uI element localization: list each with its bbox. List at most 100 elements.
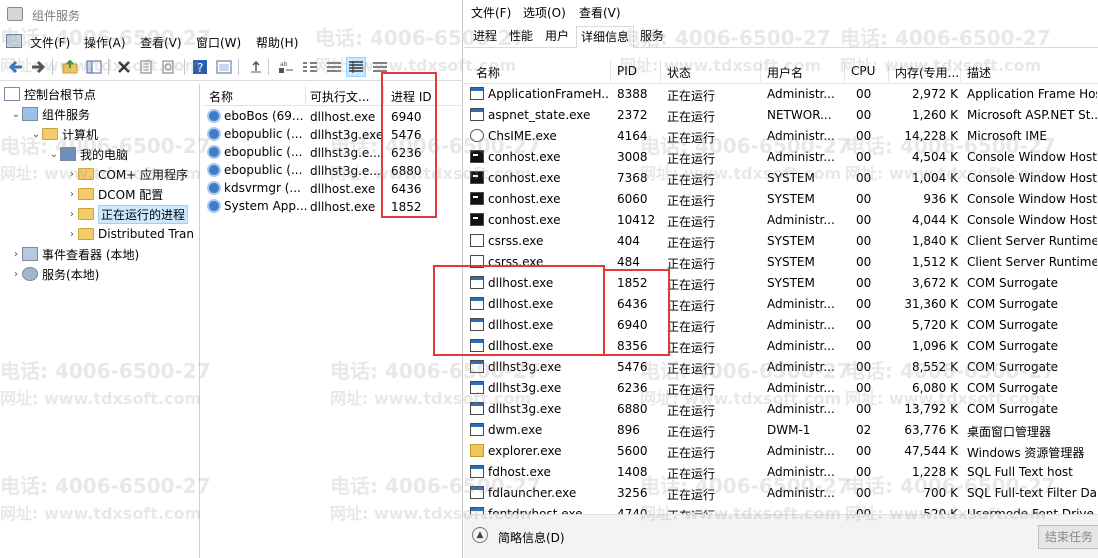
delete-icon[interactable] bbox=[114, 57, 134, 77]
process-cpu: 00 bbox=[856, 192, 872, 206]
process-cpu: 00 bbox=[856, 87, 872, 101]
process-pid: 5476 bbox=[617, 360, 648, 374]
column-name[interactable]: 名称 bbox=[209, 88, 233, 105]
menu-window[interactable]: 窗口(W) bbox=[196, 34, 241, 51]
chevron-down-icon[interactable]: ⌄ bbox=[10, 109, 22, 120]
properties-icon[interactable] bbox=[136, 57, 156, 77]
table-row[interactable]: ApplicationFrameH... 8388 正在运行 Administr...… bbox=[464, 84, 1098, 105]
process-description: 桌面窗口管理器 bbox=[967, 425, 1052, 439]
table-row[interactable]: dllhst3g.exe 6880 正在运行 Administr... 00 13,792… bbox=[464, 399, 1098, 420]
chevron-right-icon[interactable]: › bbox=[66, 189, 78, 200]
tree-item-com-plus-apps[interactable]: › COM+ 应用程序 bbox=[66, 164, 188, 184]
process-memory: 14,228 K bbox=[904, 129, 958, 143]
process-user: Administr... bbox=[767, 339, 835, 353]
fewer-details-button[interactable]: 简略信息(D) bbox=[498, 529, 565, 546]
process-status: 正在运行 bbox=[667, 215, 716, 229]
menu-file[interactable]: 文件(F) bbox=[471, 4, 511, 21]
chevron-down-icon[interactable]: ⌄ bbox=[30, 129, 42, 140]
console-view-icon[interactable] bbox=[214, 57, 234, 77]
process-user: Administr... bbox=[767, 129, 835, 143]
refresh-icon[interactable] bbox=[158, 57, 178, 77]
table-row[interactable]: conhost.exe 7368 正在运行 SYSTEM 00 1,004 K Consol… bbox=[464, 168, 1098, 189]
chevron-right-icon[interactable]: › bbox=[10, 249, 22, 260]
process-pid: 1408 bbox=[617, 465, 648, 479]
tree-item-distributed-transaction[interactable]: › Distributed Tran bbox=[66, 224, 194, 244]
chevron-down-icon[interactable]: ⌄ bbox=[48, 149, 60, 160]
process-memory: 520 K bbox=[923, 507, 958, 514]
tree-item-computers[interactable]: ⌄ 计算机 bbox=[30, 124, 98, 144]
table-row[interactable]: fdlauncher.exe 3256 正在运行 Administr... 00 700 … bbox=[464, 483, 1098, 504]
svg-text:ab: ab bbox=[280, 61, 288, 68]
column-name[interactable]: 名称 bbox=[476, 64, 500, 81]
column-executable[interactable]: 可执行文... bbox=[310, 88, 369, 105]
column-cpu[interactable]: CPU bbox=[851, 64, 875, 78]
chevron-right-icon[interactable]: › bbox=[66, 169, 78, 180]
up-folder-icon[interactable] bbox=[60, 57, 80, 77]
chevron-right-icon[interactable]: › bbox=[66, 209, 78, 220]
column-username[interactable]: 用户名 bbox=[767, 64, 803, 81]
tree-item-console-root[interactable]: 控制台根节点 bbox=[4, 84, 96, 104]
tab-processes[interactable]: 进程 bbox=[469, 26, 501, 48]
table-row[interactable]: fdhost.exe 1408 正在运行 Administr... 00 1,228 K S… bbox=[464, 462, 1098, 483]
tree-item-event-viewer[interactable]: › 事件查看器 (本地) bbox=[10, 244, 139, 264]
tab-users[interactable]: 用户 bbox=[541, 26, 573, 48]
end-task-button[interactable]: 结束任务 bbox=[1038, 525, 1098, 549]
table-row[interactable]: csrss.exe 404 正在运行 SYSTEM 00 1,840 K Client Se… bbox=[464, 231, 1098, 252]
process-cpu: 00 bbox=[856, 129, 872, 143]
table-row[interactable]: ChsIME.exe 4164 正在运行 Administr... 00 14,228 K… bbox=[464, 126, 1098, 147]
table-row[interactable]: fontdrvhost.exe 4740 正在运行 00 520 K Usermode F… bbox=[464, 504, 1098, 514]
column-pid[interactable]: PID bbox=[617, 64, 637, 78]
table-row[interactable]: conhost.exe 10412 正在运行 Administr... 00 4,044 … bbox=[464, 210, 1098, 231]
back-arrow-icon[interactable] bbox=[6, 57, 26, 77]
system-menu-icon[interactable] bbox=[6, 34, 22, 48]
menu-file[interactable]: 文件(F) bbox=[30, 34, 70, 51]
menu-action[interactable]: 操作(A) bbox=[84, 34, 126, 51]
menu-view[interactable]: 查看(V) bbox=[140, 34, 182, 51]
process-status: 正在运行 bbox=[667, 320, 716, 334]
table-row[interactable]: conhost.exe 6060 正在运行 SYSTEM 00 936 K Console … bbox=[464, 189, 1098, 210]
large-icons-view-icon[interactable]: ab bbox=[276, 57, 296, 77]
chevron-right-icon[interactable]: › bbox=[10, 269, 22, 280]
table-row[interactable]: aspnet_state.exe 2372 正在运行 NETWOR... 00 1,260… bbox=[464, 105, 1098, 126]
process-name: fontdrvhost.exe bbox=[488, 507, 583, 514]
component-services-icon bbox=[7, 7, 23, 21]
menu-help[interactable]: 帮助(H) bbox=[256, 34, 298, 51]
small-icons-view-icon[interactable] bbox=[300, 57, 320, 77]
process-description: COM Surrogate bbox=[967, 276, 1059, 290]
tree-item-dcom-config[interactable]: › DCOM 配置 bbox=[66, 184, 163, 204]
column-status[interactable]: 状态 bbox=[667, 64, 691, 81]
menu-options[interactable]: 选项(O) bbox=[523, 4, 566, 21]
tree-item-my-computer[interactable]: ⌄ 我的电脑 bbox=[48, 144, 128, 164]
table-row[interactable]: dllhst3g.exe 5476 正在运行 Administr... 00 8,552 … bbox=[464, 357, 1098, 378]
tree-item-component-services[interactable]: ⌄ 组件服务 bbox=[10, 104, 90, 124]
table-row[interactable]: dwm.exe 896 正在运行 DWM-1 02 63,776 K 桌面窗口管理器 bbox=[464, 420, 1098, 441]
process-pid: 3256 bbox=[617, 486, 648, 500]
process-cpu: 00 bbox=[856, 339, 872, 353]
tab-services[interactable]: 服务 bbox=[636, 26, 668, 48]
gear-icon bbox=[207, 199, 221, 213]
tab-performance[interactable]: 性能 bbox=[505, 26, 537, 48]
table-row[interactable]: dllhst3g.exe 6236 正在运行 Administr... 00 6,080 … bbox=[464, 378, 1098, 399]
tree-item-running-processes[interactable]: › 正在运行的进程 bbox=[66, 204, 189, 224]
highlight-process-id-column bbox=[381, 72, 437, 218]
chevron-up-icon[interactable]: ▲ bbox=[472, 527, 488, 543]
process-status: 正在运行 bbox=[667, 131, 716, 145]
chevron-right-icon[interactable]: › bbox=[66, 229, 78, 240]
process-description: Microsoft IME bbox=[967, 129, 1047, 143]
show-hide-tree-icon[interactable] bbox=[84, 57, 104, 77]
menu-view[interactable]: 查看(V) bbox=[579, 4, 621, 21]
help-icon[interactable]: ? bbox=[190, 57, 210, 77]
table-row[interactable]: conhost.exe 3008 正在运行 Administr... 00 4,504 K… bbox=[464, 147, 1098, 168]
process-cpu: 00 bbox=[856, 255, 872, 269]
export-list-icon[interactable] bbox=[246, 57, 266, 77]
column-description[interactable]: 描述 bbox=[967, 64, 991, 81]
title-bar[interactable]: 组件服务 bbox=[0, 0, 463, 29]
process-user: Administr... bbox=[767, 318, 835, 332]
list-view-icon[interactable] bbox=[324, 57, 344, 77]
forward-arrow-icon[interactable] bbox=[28, 57, 48, 77]
tree-item-services-local[interactable]: › 服务(本地) bbox=[10, 264, 99, 284]
tab-details[interactable]: 详细信息 bbox=[576, 26, 635, 48]
detail-view-icon[interactable] bbox=[346, 57, 366, 77]
column-memory[interactable]: 内存(专用... bbox=[895, 64, 959, 81]
table-row[interactable]: explorer.exe 5600 正在运行 Administr... 00 47,544… bbox=[464, 441, 1098, 462]
